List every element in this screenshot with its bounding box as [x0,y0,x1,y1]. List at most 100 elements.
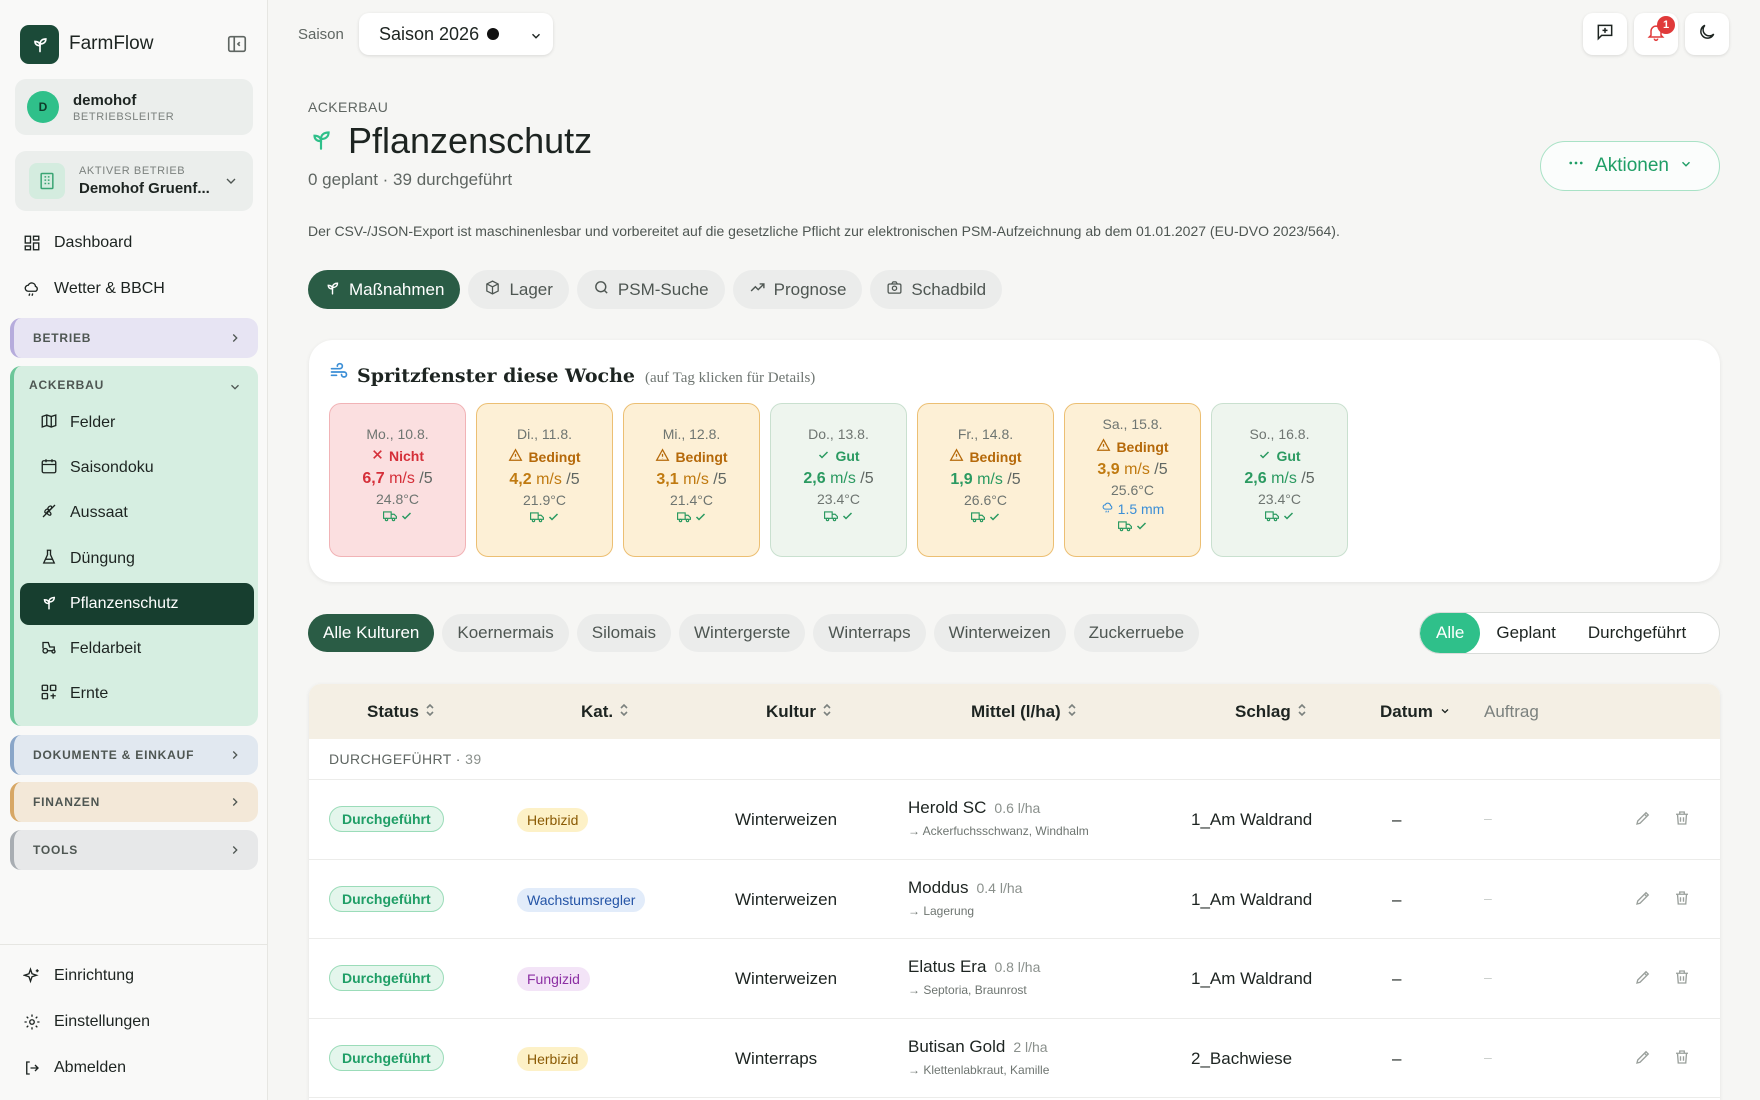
trash-icon[interactable] [1671,1046,1693,1068]
nav-item-ernte-label: Ernte [70,685,109,702]
table-row[interactable]: Durchgeführt Herbizid Winterraps Butisan… [309,1019,1720,1098]
cell-auftrag: – [1484,810,1492,826]
nav-group-betrieb[interactable]: BETRIEB [10,318,258,358]
nav-item-pflanzenschutz[interactable]: Pflanzenschutz [20,583,254,625]
spray-day-wind: 3,9 m/s /5 [1065,461,1200,479]
column-mittel[interactable]: Mittel (l/ha) [971,702,1077,722]
spray-day-card[interactable]: Mo., 10.8. Nicht 6,7 m/s /5 24.8°C [329,403,466,557]
edit-icon[interactable] [1632,807,1654,829]
spray-day-status-label: Bedingt [1116,438,1169,455]
column-kultur[interactable]: Kultur [766,702,832,722]
nav-item-aussaat[interactable]: Aussaat [20,492,254,534]
tab-schadbild[interactable]: Schadbild [870,270,1003,309]
nav-dashboard[interactable]: Dashboard [22,230,132,256]
spray-day-card[interactable]: Sa., 15.8. Bedingt 3,9 m/s /5 25.6°C 1.5… [1064,403,1201,557]
spray-window-hint: (auf Tag klicken für Details) [645,370,816,386]
table-row[interactable]: Durchgeführt Fungizid Winterweizen Elatu… [309,939,1720,1019]
tab-lager[interactable]: Lager [468,270,569,309]
actions-button[interactable]: Aktionen [1540,141,1720,191]
tab-psm-suche[interactable]: PSM-Suche [576,270,725,309]
cloud-rain-icon [1101,501,1115,517]
app-logo[interactable]: FarmFlow [20,24,252,64]
season-select[interactable]: Saison 2026 [359,13,553,55]
trash-icon[interactable] [1671,807,1693,829]
spray-day-temp: 24.8°C [376,491,419,507]
farm-switcher[interactable]: AKTIVER BETRIEB Demohof Gruenf... [15,151,253,211]
edit-icon[interactable] [1632,966,1654,988]
spray-day-card[interactable]: Mi., 12.8. Bedingt 3,1 m/s /5 21.4°C [623,403,760,557]
spray-day-date: Mi., 12.8. [662,426,721,442]
nav-item-felder[interactable]: Felder [20,402,254,444]
culture-chip-zuckerruebe[interactable]: Zuckerruebe [1073,614,1200,652]
culture-chip-wintergerste[interactable]: Wintergerste [679,614,806,652]
nav-item-ernte[interactable]: Ernte [20,673,254,715]
culture-chip-winterraps[interactable]: Winterraps [813,614,926,652]
nav-group-finanzen[interactable]: FINANZEN [10,782,258,822]
check-icon [547,510,560,526]
spray-day-icons [624,510,759,526]
nav-abmelden[interactable]: Abmelden [22,1055,126,1081]
mittel-name: Herold SC [908,798,987,817]
column-schlag[interactable]: Schlag [1235,702,1307,722]
spray-day-card[interactable]: Fr., 14.8. Bedingt 1,9 m/s /5 26.6°C [917,403,1054,557]
category-badge: Fungizid [517,967,590,991]
sidebar: FarmFlow D demohof BETRIEBSLEITER AKTIVE… [0,0,268,1100]
status-filter-durchgefuehrt[interactable]: Durchgeführt [1572,613,1702,653]
culture-chip-winterweizen[interactable]: Winterweizen [933,614,1066,652]
sidebar-collapse-icon[interactable] [226,33,248,55]
tab-prognose[interactable]: Prognose [732,270,863,309]
theme-toggle-button[interactable] [1685,13,1729,55]
tab-massnahmen[interactable]: Maßnahmen [308,270,461,309]
column-kat[interactable]: Kat. [581,702,629,722]
mittel-target: → Ackerfuchsschwanz, Windhalm [908,824,1089,838]
chevron-right-icon [228,748,242,765]
notifications-button[interactable]: 1 [1634,13,1678,55]
flask-icon [40,548,58,571]
spray-day-card[interactable]: Di., 11.8. Bedingt 4,2 m/s /5 21.9°C [476,403,613,557]
sort-desc-icon [1439,702,1451,722]
truck-icon [676,510,691,526]
spray-day-wind-scale: /5 [1007,471,1021,488]
nav-wetter[interactable]: Wetter & BBCH [22,276,165,302]
nav-einstellungen[interactable]: Einstellungen [22,1009,150,1035]
feedback-button[interactable] [1583,13,1627,55]
chevron-down-icon[interactable] [228,380,242,399]
spray-day-date: Mo., 10.8. [366,426,429,442]
nav-group-tools[interactable]: TOOLS [10,830,258,870]
cell-mittel: Moddus 0.4 l/ha → Lagerung [908,878,1022,918]
truck-icon [1264,509,1279,525]
app-name: FarmFlow [69,33,154,54]
user-card[interactable]: D demohof BETRIEBSLEITER [15,79,253,135]
spray-day-icons [477,510,612,526]
edit-icon[interactable] [1632,887,1654,909]
nav-item-saisondoku[interactable]: Saisondoku [20,447,254,489]
alert-triangle-icon [508,448,523,465]
spray-day-wind: 4,2 m/s /5 [477,471,612,489]
status-filter-geplant[interactable]: Geplant [1480,613,1572,653]
nav-einrichtung[interactable]: Einrichtung [22,963,134,989]
table-row[interactable]: Durchgeführt Herbizid Winterweizen Herol… [309,780,1720,860]
spray-day-card[interactable]: So., 16.8. Gut 2,6 m/s /5 23.4°C [1211,403,1348,557]
nav-group-ackerbau-label[interactable]: ACKERBAU [29,378,104,392]
truck-icon [382,509,397,525]
table-group-label: DURCHGEFÜHRT · 39 [329,751,482,767]
status-filter-alle[interactable]: Alle [1420,613,1481,653]
check-icon [1258,448,1271,464]
trash-icon[interactable] [1671,887,1693,909]
sort-icon [619,702,629,722]
nav-item-feldarbeit[interactable]: Feldarbeit [20,628,254,670]
sprout-logo-icon [20,24,59,64]
culture-chip-silomais[interactable]: Silomais [576,614,672,652]
page-title-row: Pflanzenschutz [308,120,592,162]
spray-day-card[interactable]: Do., 13.8. Gut 2,6 m/s /5 23.4°C [770,403,907,557]
column-status[interactable]: Status [367,702,435,722]
nav-group-dokumente[interactable]: DOKUMENTE & EINKAUF [10,735,258,775]
column-datum[interactable]: Datum [1380,702,1451,722]
table-row[interactable]: Durchgeführt Wachstumsregler Winterweize… [309,860,1720,939]
trash-icon[interactable] [1671,966,1693,988]
culture-chip-koernermais[interactable]: Koernermais [442,614,569,652]
culture-chip-alle[interactable]: Alle Kulturen [308,614,435,652]
nav-item-duengung[interactable]: Düngung [20,538,254,580]
edit-icon[interactable] [1632,1046,1654,1068]
sprout-icon [308,126,334,157]
